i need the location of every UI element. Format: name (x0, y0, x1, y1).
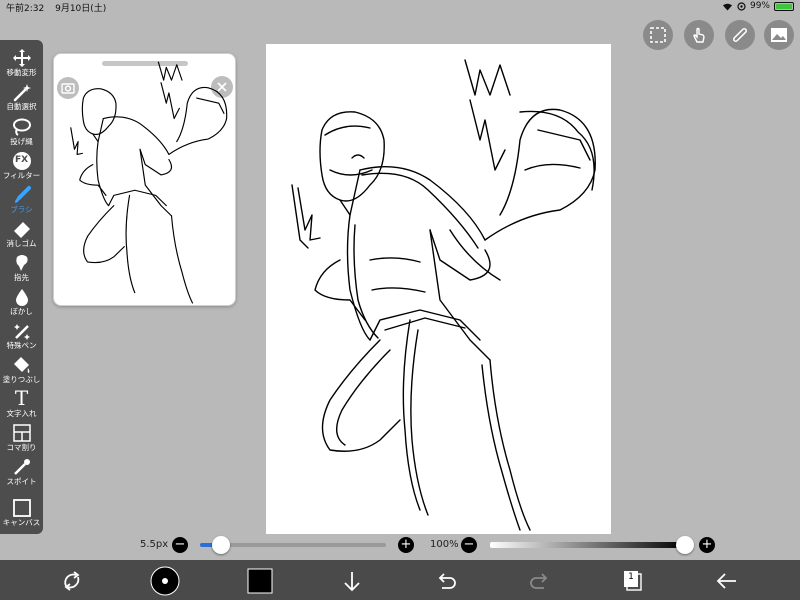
pencil-ruler-icon (733, 28, 747, 42)
arrow-down-icon (344, 572, 360, 592)
tool-eraser[interactable]: 消しゴム (0, 217, 43, 251)
tool-auto-select[interactable]: 自動選択 (0, 80, 43, 114)
opacity-increase-button[interactable]: + (699, 537, 715, 553)
tool-label: 特殊ペン (6, 341, 37, 350)
tool-label: 移動変形 (6, 68, 37, 77)
undo-icon (438, 573, 456, 589)
brush-preview-button[interactable] (150, 566, 180, 596)
navigator-drag-handle[interactable] (102, 61, 188, 66)
eyedropper-icon (13, 459, 30, 475)
arrow-left-icon (716, 573, 736, 589)
brush-size-slider-thumb[interactable] (211, 536, 230, 554)
brush-preview-icon (150, 566, 180, 596)
tool-label: 指先 (14, 273, 29, 282)
color-swatch-icon (247, 568, 273, 594)
tool-text[interactable]: T 文字入れ (0, 387, 43, 421)
tool-sidebar: 移動変形 自動選択 投げ縄 FX フィルター ブラシ 消しゴム 指先 ぼかし 特… (0, 40, 43, 534)
selection-button[interactable] (643, 20, 673, 50)
gallery-button[interactable] (764, 20, 794, 50)
navigator-close-button[interactable] (211, 76, 233, 98)
dashed-selection-icon (650, 27, 666, 43)
smudge-icon (15, 255, 28, 271)
text-icon: T (14, 386, 29, 410)
tool-frame-divide[interactable]: コマ割り (0, 421, 43, 455)
layers-button[interactable]: 1 (618, 566, 648, 596)
orientation-lock-icon (737, 1, 746, 11)
navigator-snapshot-button[interactable] (57, 77, 79, 99)
undo-button[interactable] (431, 566, 461, 596)
tool-filter[interactable]: FX フィルター (0, 149, 43, 183)
status-bar: 午前2:32 9月10日(土) 99% (0, 0, 800, 14)
redo-button[interactable] (525, 566, 555, 596)
lasso-icon (12, 118, 31, 136)
sketch-drawing (291, 59, 596, 531)
tool-lasso[interactable]: 投げ縄 (0, 115, 43, 149)
tool-label: コマ割り (6, 443, 37, 452)
color-swatch-button[interactable] (245, 566, 275, 596)
redo-icon (530, 573, 548, 589)
download-button[interactable] (337, 566, 367, 596)
special-pen-icon (13, 324, 30, 340)
tool-label: 投げ縄 (10, 137, 33, 146)
rotate-arrows-icon (64, 571, 80, 591)
tool-label: 消しゴム (6, 239, 37, 248)
tool-bucket-fill[interactable]: 塗りつぶし (0, 353, 43, 387)
gesture-button[interactable] (684, 20, 714, 50)
tool-canvas[interactable]: キャンバス (0, 496, 43, 530)
navigator-sketch-thumbnail (70, 61, 228, 304)
canvas-icon (12, 499, 31, 517)
frame-divide-icon (12, 424, 31, 442)
tool-smudge[interactable]: 指先 (0, 251, 43, 285)
image-icon (771, 28, 787, 42)
drawing-canvas[interactable] (266, 44, 611, 534)
tool-label: ぼかし (10, 307, 33, 316)
hand-pointer-icon (693, 27, 705, 43)
material-button[interactable] (725, 20, 755, 50)
brush-size-value: 5.5px (140, 539, 169, 550)
move-arrows-icon (12, 49, 31, 67)
tool-move-transform[interactable]: 移動変形 (0, 46, 43, 80)
tool-special-pen[interactable]: 特殊ペン (0, 319, 43, 353)
transform-rotate-button[interactable] (57, 566, 87, 596)
status-date: 9月10日(土) (55, 4, 107, 14)
tool-label: スポイト (6, 477, 37, 486)
opacity-slider[interactable] (490, 542, 685, 548)
tool-brush[interactable]: ブラシ (0, 183, 43, 217)
eraser-icon (13, 222, 30, 238)
tool-label: ブラシ (10, 205, 33, 214)
magic-wand-icon (13, 84, 31, 102)
tool-label: 塗りつぶし (2, 375, 41, 384)
fx-glyph: FX (14, 155, 29, 165)
back-button[interactable] (712, 566, 742, 596)
opacity-value: 100% (430, 539, 459, 550)
close-icon (217, 82, 227, 92)
opacity-decrease-button[interactable]: − (461, 537, 477, 553)
bucket-fill-icon (13, 357, 29, 373)
navigator-preview[interactable] (53, 53, 236, 306)
tool-blur[interactable]: ぼかし (0, 285, 43, 319)
opacity-slider-thumb[interactable] (676, 536, 694, 554)
bottom-toolbar: 1 (0, 560, 800, 600)
battery-percent: 99% (749, 1, 770, 11)
layer-count: 1 (628, 572, 634, 582)
tool-label: キャンバス (2, 518, 41, 527)
tool-label: 文字入れ (6, 409, 37, 418)
tool-label: 自動選択 (6, 102, 37, 111)
brush-icon (14, 186, 31, 203)
brush-size-decrease-button[interactable]: − (172, 537, 188, 553)
battery-icon (774, 1, 794, 11)
camera-icon (61, 83, 75, 94)
wifi-icon (722, 3, 732, 10)
tool-label: フィルター (2, 171, 41, 180)
tool-eyedropper[interactable]: スポイト (0, 455, 43, 489)
status-time: 午前2:32 (6, 4, 45, 14)
brush-size-increase-button[interactable]: + (398, 537, 414, 553)
blur-drop-icon (15, 289, 28, 306)
